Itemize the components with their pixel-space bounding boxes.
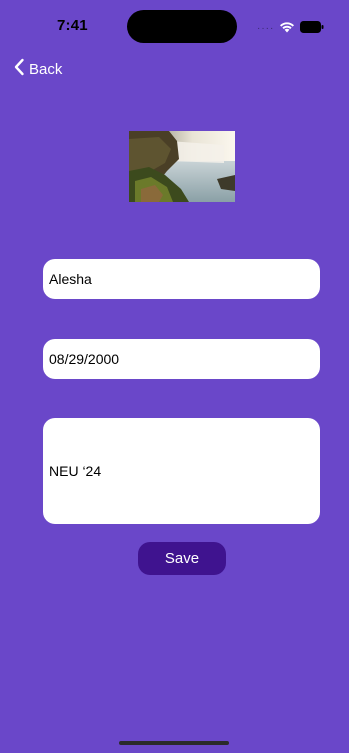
waterfall-photo[interactable] xyxy=(129,131,235,202)
chevron-left-icon xyxy=(13,58,25,81)
status-time: 7:41 xyxy=(57,17,88,34)
screen: 7:41 ···· Back Alesha 08/29/2000 NEU ‘24… xyxy=(0,0,349,753)
birthdate-field[interactable]: 08/29/2000 xyxy=(43,339,320,379)
back-label: Back xyxy=(29,61,63,78)
signal-dots-icon: ···· xyxy=(257,23,275,34)
back-button[interactable]: Back xyxy=(13,58,62,81)
name-field[interactable]: Alesha xyxy=(43,259,320,299)
home-indicator[interactable] xyxy=(119,741,229,745)
dynamic-island xyxy=(127,10,237,43)
battery-icon xyxy=(300,20,324,38)
notes-field[interactable]: NEU ‘24 xyxy=(43,418,320,524)
status-icons: ···· xyxy=(257,20,324,38)
save-button[interactable]: Save xyxy=(138,542,226,575)
wifi-icon xyxy=(279,20,295,38)
